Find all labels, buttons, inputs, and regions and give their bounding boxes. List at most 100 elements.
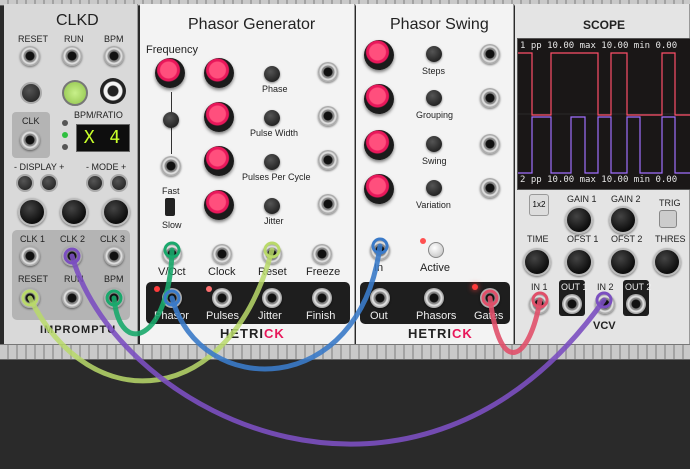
variation-cv-input[interactable] <box>480 178 500 198</box>
clkd-title: CLKD <box>56 12 99 29</box>
gain2-knob[interactable] <box>609 206 637 234</box>
jitter-cv-input[interactable] <box>318 194 338 214</box>
in1-label: IN 1 <box>531 282 548 292</box>
phase-attenuverter-knob[interactable] <box>264 66 280 82</box>
jitter-output[interactable] <box>262 288 282 308</box>
clk1-ratio-knob[interactable] <box>18 198 46 226</box>
scope-in2-input[interactable] <box>595 294 615 314</box>
swing-cv-input[interactable] <box>480 134 500 154</box>
steps-cv-input[interactable] <box>480 44 500 64</box>
scope-out2-output[interactable] <box>626 294 646 314</box>
scope-1x2-button[interactable]: 1x2 <box>529 194 549 216</box>
hetrick-logo-2: HETRICK <box>408 326 473 341</box>
clkd-reset-input[interactable] <box>20 46 40 66</box>
scope-title: SCOPE <box>583 18 626 32</box>
trig-label: TRIG <box>659 198 681 208</box>
grouping-knob[interactable] <box>364 84 394 114</box>
time-knob[interactable] <box>523 248 551 276</box>
trig-button[interactable] <box>659 210 677 228</box>
swing-attenuverter-knob[interactable] <box>426 136 442 152</box>
clkd-bpm-output[interactable] <box>104 288 124 308</box>
clk3-output[interactable] <box>104 246 124 266</box>
voct-input[interactable] <box>162 244 182 264</box>
clk1-output[interactable] <box>20 246 40 266</box>
display-plus-button[interactable] <box>40 174 58 192</box>
pulse-width-attenuverter-knob[interactable] <box>264 110 280 126</box>
reset-input[interactable] <box>262 244 282 264</box>
steps-attenuverter-knob[interactable] <box>426 46 442 62</box>
grouping-label: Grouping <box>416 110 454 120</box>
grouping-attenuverter-knob[interactable] <box>426 90 442 106</box>
phasor-output[interactable] <box>162 288 182 308</box>
pulses-per-cycle-knob[interactable] <box>204 146 234 176</box>
grouping-cv-input[interactable] <box>480 88 500 108</box>
mode-plus-button[interactable] <box>110 174 128 192</box>
clk2-ratio-knob[interactable] <box>60 198 88 226</box>
swing-in-input[interactable] <box>370 240 390 260</box>
pulse-width-knob[interactable] <box>204 102 234 132</box>
out-label: Out <box>370 310 388 322</box>
pulses-per-cycle-attenuverter-knob[interactable] <box>264 154 280 170</box>
in2-label: IN 2 <box>597 282 614 292</box>
phasors-output[interactable] <box>424 288 444 308</box>
variation-knob[interactable] <box>364 174 394 204</box>
clkd-reset-out-label: RESET <box>18 274 49 284</box>
impromptu-logo: IMPROMPTU <box>40 324 117 336</box>
clkd-run-button[interactable] <box>62 80 88 106</box>
finish-output[interactable] <box>312 288 332 308</box>
fast-slow-switch[interactable] <box>165 198 175 216</box>
active-button[interactable] <box>428 242 444 258</box>
rack-rail-bottom <box>0 344 690 360</box>
ofst2-label: OFST 2 <box>611 234 643 244</box>
out2-label: OUT 2 <box>625 282 652 292</box>
ofst1-knob[interactable] <box>565 248 593 276</box>
ofst2-knob[interactable] <box>609 248 637 276</box>
clock-input[interactable] <box>212 244 232 264</box>
jitter-label: Jitter <box>264 216 284 226</box>
clkd-reset-output[interactable] <box>20 288 40 308</box>
clkd-bpm-input[interactable] <box>104 46 124 66</box>
variation-label: Variation <box>416 200 451 210</box>
bpm-ratio-label: BPM/RATIO <box>74 110 123 120</box>
phase-cv-input[interactable] <box>318 62 338 82</box>
clkd-module: CLKD RESET RUN BPM CLK BPM/RATIO X 4 - D… <box>4 4 138 344</box>
steps-knob[interactable] <box>364 40 394 70</box>
pulses-output[interactable] <box>212 288 232 308</box>
jitter-knob[interactable] <box>204 190 234 220</box>
clkd-run-input[interactable] <box>62 46 82 66</box>
slow-label: Slow <box>162 220 182 230</box>
clk-input[interactable] <box>20 130 40 150</box>
frequency-cv-input[interactable] <box>161 156 181 176</box>
frequency-attenuverter-knob[interactable] <box>163 112 179 128</box>
display-minus-button[interactable] <box>16 174 34 192</box>
gates-output[interactable] <box>480 288 500 308</box>
pulses-per-cycle-cv-input[interactable] <box>318 150 338 170</box>
frequency-knob[interactable] <box>155 58 185 88</box>
clkd-reset-button[interactable] <box>20 82 42 104</box>
phasor-swing-title: Phasor Swing <box>390 16 489 33</box>
reset-label: Reset <box>258 266 287 278</box>
swing-out-output[interactable] <box>370 288 390 308</box>
freeze-input[interactable] <box>312 244 332 264</box>
gain1-label: GAIN 1 <box>567 194 597 204</box>
gain1-knob[interactable] <box>565 206 593 234</box>
clkd-bpm-knob[interactable] <box>100 78 126 104</box>
jitter-attenuverter-knob[interactable] <box>264 198 280 214</box>
thres-label: THRES <box>655 234 686 244</box>
hetrick-logo-2-suffix: CK <box>452 326 473 341</box>
clk2-output[interactable] <box>62 246 82 266</box>
swing-knob[interactable] <box>364 130 394 160</box>
clk3-ratio-knob[interactable] <box>102 198 130 226</box>
scope-out1-output[interactable] <box>562 294 582 314</box>
phase-knob[interactable] <box>204 58 234 88</box>
variation-attenuverter-knob[interactable] <box>426 180 442 196</box>
pulse-width-label: Pulse Width <box>250 128 299 138</box>
ofst1-label: OFST 1 <box>567 234 599 244</box>
pulse-width-cv-input[interactable] <box>318 106 338 126</box>
scope-in1-input[interactable] <box>529 294 549 314</box>
thres-knob[interactable] <box>653 248 681 276</box>
scope-trace-2 <box>518 116 690 174</box>
clkd-run-output[interactable] <box>62 288 82 308</box>
hetrick-logo-2-prefix: HETRI <box>408 326 452 341</box>
mode-minus-button[interactable] <box>86 174 104 192</box>
